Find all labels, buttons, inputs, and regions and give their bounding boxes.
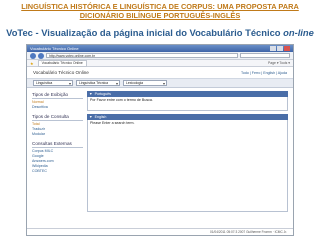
external-cobtec-link[interactable]: COBTEC xyxy=(32,169,83,174)
query-types-group: Tipos de Consulta Total Traduzir Modular xyxy=(32,114,83,137)
close-button[interactable] xyxy=(284,46,290,51)
external-queries-group: Consultas Externas Corpus MILC Google An… xyxy=(32,141,83,174)
minimize-button[interactable] xyxy=(270,46,276,51)
display-types-group: Tipos de Exibição Normal Descritiva xyxy=(32,92,83,110)
area-select[interactable]: Linguística xyxy=(33,80,73,86)
external-queries-heading: Consultas Externas xyxy=(32,141,83,148)
slide-subtitle: VoTec - Visualização da página inicial d… xyxy=(0,27,320,38)
site-title: Vocabulário Técnico Online xyxy=(33,70,89,75)
topic-select[interactable]: Lexicologia xyxy=(123,80,167,86)
slide-subtitle-main: VoTec - Visualização da página inicial d… xyxy=(6,27,284,38)
portuguese-panel-body: Por Favor entre com o termo de Busca. xyxy=(87,97,288,111)
page-footer: 01/04/2011 05:07:3 2007 Guilherme Fromm … xyxy=(27,228,293,235)
site-header: Vocabulário Técnico Online Todo | Ferro … xyxy=(27,67,293,79)
web-page: Vocabulário Técnico Online Todo | Ferro … xyxy=(27,67,293,215)
display-descriptive-link[interactable]: Descritiva xyxy=(32,105,83,110)
address-input[interactable]: http://www.votec.online.com.br xyxy=(46,53,238,58)
favorites-bar: ★ Vocabulário Técnico Online Page ▾ Tool… xyxy=(27,59,293,67)
slide-subtitle-italic: on-line xyxy=(283,27,314,38)
browser-search-input[interactable] xyxy=(240,53,290,58)
back-button[interactable] xyxy=(30,52,36,59)
window-controls xyxy=(270,46,290,51)
maximize-button[interactable] xyxy=(277,46,283,51)
english-panel: ▼ English Please Enter a search term. xyxy=(87,114,288,212)
window-titlebar: Vocabulário Técnico Online xyxy=(27,45,293,52)
window-title: Vocabulário Técnico Online xyxy=(30,46,79,51)
sidebar: Tipos de Exibição Normal Descritiva Tipo… xyxy=(27,88,87,215)
query-types-heading: Tipos de Consulta xyxy=(32,114,83,121)
subarea-select[interactable]: Linguística Técnica xyxy=(76,80,120,86)
portuguese-panel: ▼ Português Por Favor entre com o termo … xyxy=(87,91,288,111)
portuguese-panel-title: Português xyxy=(94,92,111,96)
category-selectors: Linguística Linguística Técnica Lexicolo… xyxy=(27,79,293,88)
results-area: ▼ Português Por Favor entre com o termo … xyxy=(87,88,293,215)
english-panel-body: Please Enter a search term. xyxy=(87,120,288,212)
browser-screenshot: Vocabulário Técnico Online http://www.vo… xyxy=(26,44,294,236)
language-links[interactable]: Todo | Ferro | English | Ajuda xyxy=(241,71,287,75)
english-panel-title: English xyxy=(94,115,107,119)
collapse-arrow-icon: ▼ xyxy=(89,115,93,119)
favorites-star-icon[interactable]: ★ xyxy=(30,61,34,66)
display-types-heading: Tipos de Exibição xyxy=(32,92,83,99)
forward-button[interactable] xyxy=(38,52,44,59)
slide-title: LINGUÍSTICA HISTÓRICA E LINGUÍSTICA DE C… xyxy=(21,2,299,20)
query-modular-link[interactable]: Modular xyxy=(32,132,83,137)
collapse-arrow-icon: ▼ xyxy=(89,92,93,96)
page-content: Tipos de Exibição Normal Descritiva Tipo… xyxy=(27,88,293,215)
browser-tab[interactable]: Vocabulário Técnico Online xyxy=(37,59,87,67)
page-tools-menu[interactable]: Page ▾ Tools ▾ xyxy=(268,61,290,65)
